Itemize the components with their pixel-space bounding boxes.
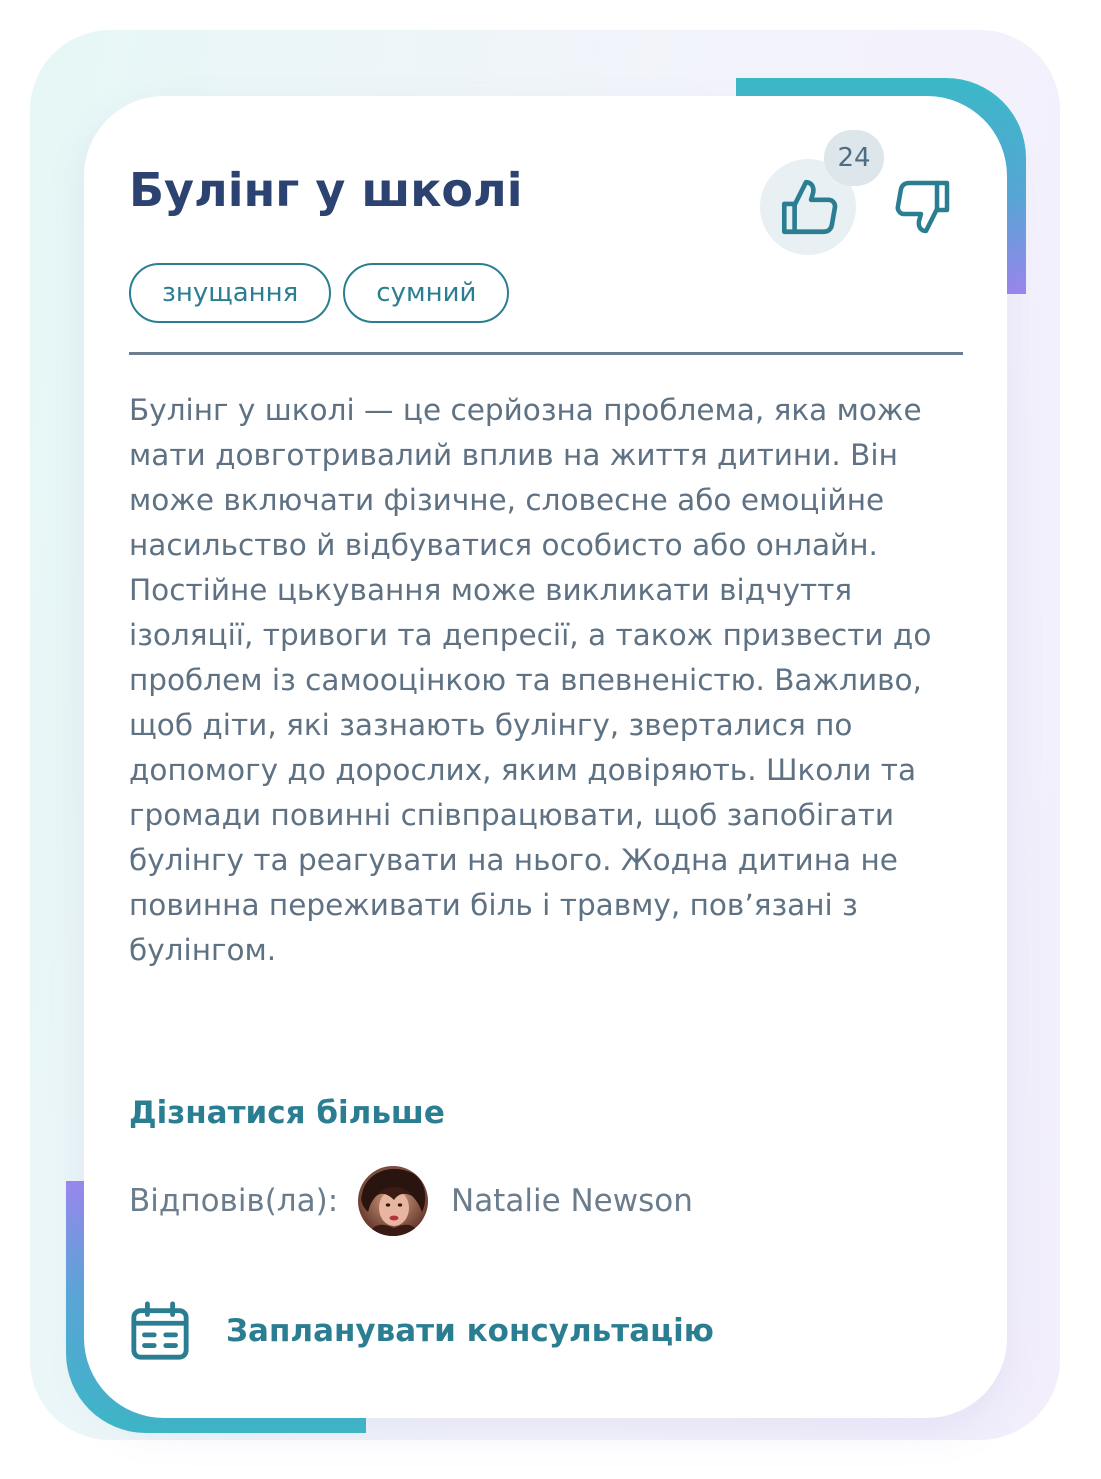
thumbs-up-icon: [781, 179, 838, 235]
avatar-image: [358, 1166, 428, 1236]
schedule-label: Запланувати консультацію: [226, 1313, 714, 1349]
answer-text: Булінг у школі — це серйозна проблема, я…: [129, 393, 932, 967]
schedule-consultation-button[interactable]: Запланувати консультацію: [129, 1300, 714, 1362]
author-name[interactable]: Natalie Newson: [451, 1179, 693, 1223]
answered-by-label: Відповів(ла):: [129, 1183, 339, 1219]
thumbs-down-icon: [895, 180, 950, 234]
dislike-button[interactable]: [882, 169, 958, 245]
divider: [129, 352, 963, 355]
avatar[interactable]: [358, 1166, 428, 1236]
like-count-badge: 24: [824, 130, 884, 186]
learn-more-link[interactable]: Дізнатися більше: [129, 1091, 445, 1135]
answer-card: Булінг у школі 24 знущання сумний Булінг…: [84, 96, 1007, 1418]
tag-chip[interactable]: знущання: [129, 263, 332, 323]
calendar-icon: [131, 1301, 189, 1360]
card-title: Булінг у школі: [129, 163, 523, 217]
tag-chip[interactable]: сумний: [343, 263, 510, 323]
tag-list: знущання сумний: [129, 263, 510, 323]
